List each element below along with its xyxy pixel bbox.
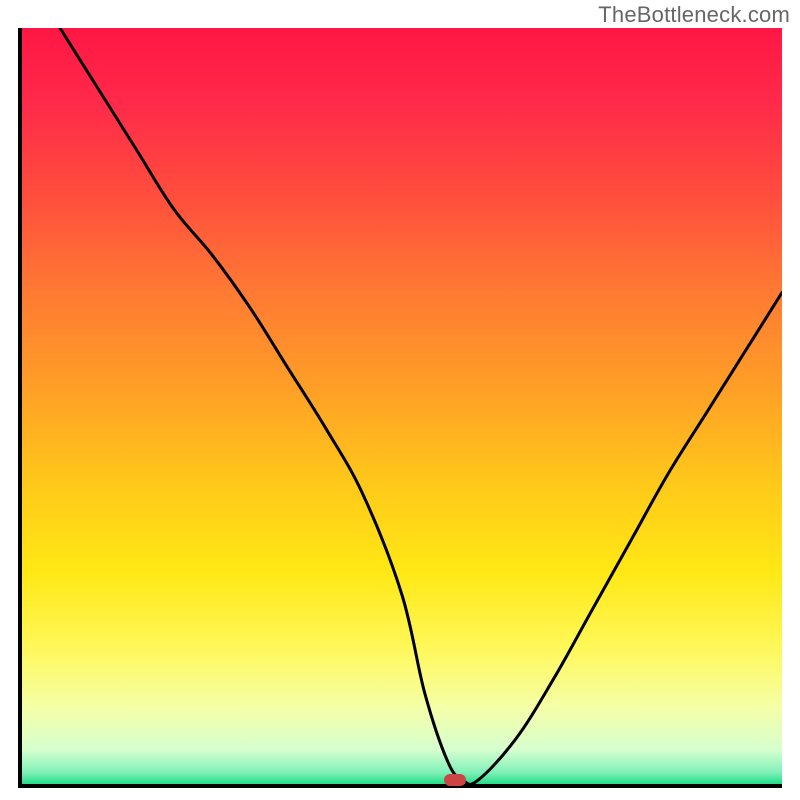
watermark-text: TheBottleneck.com bbox=[598, 2, 790, 28]
gradient-background bbox=[22, 28, 782, 784]
optimal-point-marker bbox=[444, 774, 466, 786]
plot-frame bbox=[18, 28, 782, 788]
plot-area bbox=[22, 28, 782, 784]
chart-svg bbox=[22, 28, 782, 784]
chart-container: TheBottleneck.com bbox=[0, 0, 800, 800]
